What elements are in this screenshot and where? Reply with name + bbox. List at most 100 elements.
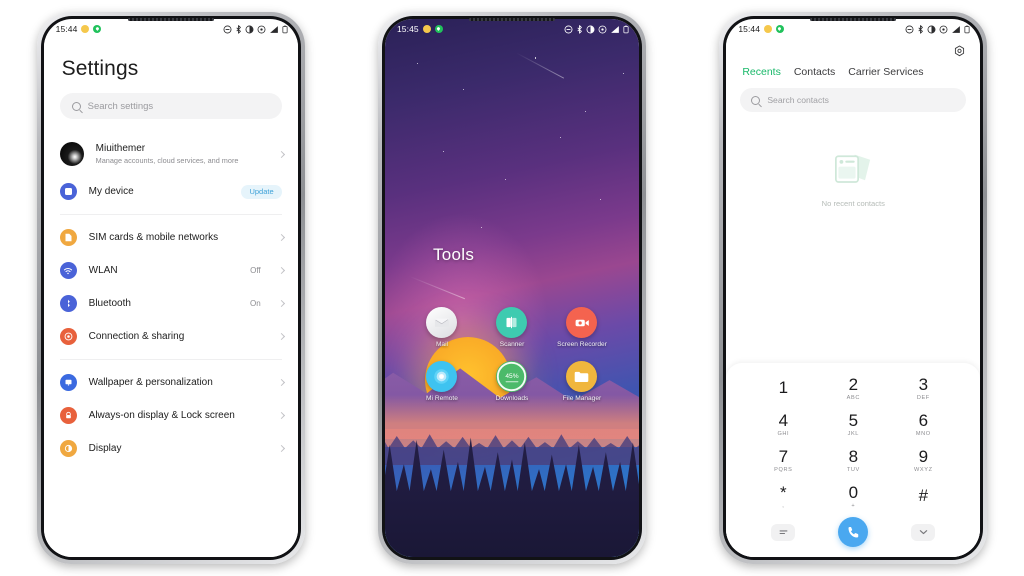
- bluetooth-icon: [236, 24, 241, 34]
- folder-title: Tools: [432, 245, 475, 264]
- key-digit: 9: [918, 446, 929, 466]
- sidebar-item-always-on-display[interactable]: Always-on display & Lock screen: [44, 399, 298, 432]
- key-digit: 3: [918, 374, 929, 394]
- wifi-icon: [59, 262, 77, 279]
- key-4[interactable]: 4 GHI: [748, 409, 818, 439]
- key-digit: 6: [918, 410, 929, 430]
- home-screen: 15:45 Tools Mail Scanner Screen Recorder…: [384, 19, 639, 557]
- phone-bezel: 15:44 Settings Search settings Miuitheme…: [40, 16, 301, 560]
- location-icon: [939, 25, 948, 33]
- display-label: Display: [88, 443, 122, 454]
- collapse-keypad-icon[interactable]: [911, 523, 936, 541]
- dialer-screen: 15:44 Recents Contacts Carrier Services …: [726, 19, 981, 557]
- search-icon: [71, 101, 81, 111]
- key-hash[interactable]: #: [888, 481, 958, 511]
- key-digit: 5: [848, 410, 859, 430]
- key-sub: TUV: [846, 466, 860, 473]
- key-8[interactable]: 8 TUV: [818, 445, 888, 475]
- chevron-right-icon: [277, 150, 285, 158]
- key-digit: 8: [848, 446, 859, 466]
- app-screen-recorder[interactable]: Screen Recorder: [547, 307, 617, 349]
- key-star[interactable]: *,: [748, 481, 818, 511]
- app-grid: Mail Scanner Screen Recorder Mi Remote 4…: [385, 307, 639, 404]
- key-sub: JKL: [847, 430, 860, 437]
- app-mi-remote[interactable]: Mi Remote: [407, 361, 477, 403]
- sidebar-item-bluetooth[interactable]: Bluetooth On: [44, 287, 298, 320]
- chevron-right-icon: [277, 444, 285, 453]
- sidebar-item-wlan[interactable]: WLAN Off: [44, 254, 298, 287]
- status-bar: 15:45: [385, 19, 639, 39]
- bluetooth-icon: [918, 24, 924, 34]
- sim-icon: [59, 229, 77, 246]
- keypad-menu-icon[interactable]: [771, 523, 796, 541]
- status-time: 15:44: [55, 24, 78, 34]
- phone-bezel: 15:44 Recents Contacts Carrier Services …: [723, 16, 984, 560]
- key-digit: 0: [848, 482, 859, 502]
- bluetooth-value: On: [249, 299, 261, 308]
- empty-state-text: No recent contacts: [821, 199, 885, 208]
- status-bar-left: 15:44: [738, 24, 785, 34]
- connection-icon: [59, 328, 77, 345]
- key-sub: ABC: [846, 394, 860, 401]
- app-downloads[interactable]: 45% Downloads: [477, 361, 547, 403]
- scanner-icon: [496, 307, 528, 338]
- dialpad-actions: [726, 511, 980, 547]
- earpiece-grille: [468, 18, 555, 21]
- gear-icon[interactable]: [953, 45, 966, 58]
- key-0[interactable]: 0 +: [818, 481, 888, 511]
- key-5[interactable]: 5 JKL: [818, 409, 888, 439]
- chevron-right-icon: [277, 299, 285, 308]
- app-file-manager[interactable]: File Manager: [547, 361, 617, 403]
- account-subtitle: Manage accounts, cloud services, and mor…: [95, 156, 239, 166]
- update-badge[interactable]: Update: [241, 184, 282, 199]
- key-2[interactable]: 2 ABC: [818, 373, 888, 403]
- status-bar: 15:44: [726, 19, 980, 39]
- divider: [59, 359, 282, 360]
- search-input[interactable]: Search settings: [59, 93, 282, 119]
- sidebar-item-wallpaper[interactable]: Wallpaper & personalization: [44, 366, 298, 399]
- app-scanner[interactable]: Scanner: [477, 307, 547, 349]
- notification-dot-amber-icon: [81, 25, 90, 33]
- battery-icon: [964, 25, 970, 33]
- status-bar-right: [564, 24, 629, 34]
- tab-contacts[interactable]: Contacts: [794, 66, 835, 78]
- key-3[interactable]: 3 DEF: [888, 373, 958, 403]
- key-sub: ,: [782, 502, 785, 509]
- bluetooth-label: Bluetooth: [88, 298, 131, 309]
- tab-recents[interactable]: Recents: [742, 66, 781, 78]
- earpiece-grille: [127, 18, 214, 21]
- dnd-icon: [564, 25, 573, 33]
- connection-sharing-label: Connection & sharing: [88, 331, 185, 342]
- signal-icon: [611, 25, 619, 33]
- key-7[interactable]: 7 PQRS: [748, 445, 818, 475]
- sidebar-item-connection-sharing[interactable]: Connection & sharing: [44, 320, 298, 353]
- chevron-right-icon: [277, 266, 285, 275]
- sidebar-item-display[interactable]: Display: [44, 432, 298, 465]
- key-digit: *: [780, 482, 787, 502]
- notification-dot-amber-icon: [422, 25, 431, 33]
- key-sub: WXYZ: [914, 466, 933, 473]
- sim-cards-label: SIM cards & mobile networks: [88, 232, 219, 243]
- key-1[interactable]: 1: [748, 373, 818, 403]
- search-contacts-input[interactable]: Search contacts: [740, 88, 967, 112]
- sidebar-item-my-device[interactable]: My device Update: [44, 175, 298, 208]
- search-icon: [751, 95, 761, 105]
- key-digit: 4: [778, 410, 789, 430]
- whatsapp-notification-icon: [93, 25, 102, 33]
- vibrate-icon: [245, 25, 254, 33]
- key-9[interactable]: 9 WXYZ: [888, 445, 958, 475]
- downloads-progress-label: 45%: [505, 373, 519, 381]
- sidebar-item-sim-cards[interactable]: SIM cards & mobile networks: [44, 221, 298, 254]
- status-bar-left: 15:44: [56, 24, 102, 34]
- settings-content: Settings Search settings Miuithemer Mana…: [43, 39, 298, 557]
- always-on-display-label: Always-on display & Lock screen: [88, 410, 235, 421]
- app-label: Downloads: [495, 395, 529, 403]
- phone-bezel: 15:45 Tools Mail Scanner Screen Recorder…: [381, 16, 642, 560]
- app-mail[interactable]: Mail: [407, 307, 477, 349]
- tab-carrier-services[interactable]: Carrier Services: [848, 66, 923, 78]
- call-button[interactable]: [838, 517, 869, 547]
- bluetooth-icon: [59, 295, 77, 312]
- status-bar-right: [223, 24, 288, 34]
- key-6[interactable]: 6 MNO: [888, 409, 958, 439]
- account-row[interactable]: Miuithemer Manage accounts, cloud servic…: [44, 133, 298, 175]
